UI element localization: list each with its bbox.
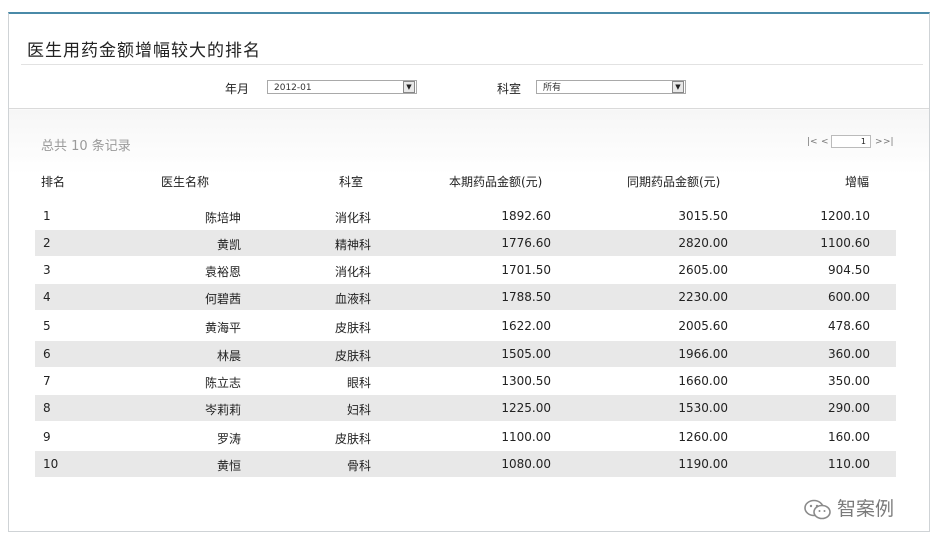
last-page-icon[interactable]: >| bbox=[883, 137, 894, 147]
cell-current: 1701.50 bbox=[501, 263, 551, 277]
cell-rank: 3 bbox=[43, 263, 51, 277]
cell-current: 1505.00 bbox=[501, 347, 551, 361]
record-count: 总共 10 条记录 bbox=[41, 139, 131, 154]
chevron-down-icon[interactable]: ▼ bbox=[403, 81, 415, 93]
cell-prior: 2605.00 bbox=[678, 263, 728, 277]
col-rank: 排名 bbox=[41, 175, 66, 189]
cell-current: 1225.00 bbox=[501, 401, 551, 415]
cell-doctor: 罗涛 bbox=[216, 432, 241, 446]
table-row[interactable]: 6 林晨 皮肤科 1505.00 1966.00 360.00 bbox=[35, 341, 896, 367]
month-label: 年月 bbox=[225, 82, 250, 96]
cell-growth: 904.50 bbox=[828, 263, 870, 277]
cell-rank: 2 bbox=[43, 236, 51, 250]
cell-growth: 160.00 bbox=[828, 430, 870, 444]
col-doctor: 医生名称 bbox=[161, 175, 210, 189]
table-row[interactable]: 5 黄海平 皮肤科 1622.00 2005.60 478.60 bbox=[35, 313, 896, 339]
col-growth: 增幅 bbox=[845, 175, 870, 189]
cell-current: 1776.60 bbox=[501, 236, 551, 250]
cell-prior: 1660.00 bbox=[678, 374, 728, 388]
table-row[interactable]: 4 何碧茜 血液科 1788.50 2230.00 600.00 bbox=[35, 284, 896, 310]
month-select-value: 2012-01 bbox=[274, 83, 312, 93]
col-dept: 科室 bbox=[339, 175, 364, 189]
page-title: 医生用药金额增幅较大的排名 bbox=[27, 41, 261, 61]
cell-growth: 478.60 bbox=[828, 319, 870, 333]
cell-rank: 7 bbox=[43, 374, 51, 388]
cell-rank: 8 bbox=[43, 401, 51, 415]
cell-prior: 2820.00 bbox=[678, 236, 728, 250]
cell-prior: 2230.00 bbox=[678, 290, 728, 304]
cell-prior: 3015.50 bbox=[678, 209, 728, 223]
dept-select[interactable]: 所有 ▼ bbox=[536, 80, 686, 94]
cell-dept: 妇科 bbox=[346, 403, 371, 417]
cell-doctor: 岑莉莉 bbox=[204, 403, 241, 417]
cell-current: 1892.60 bbox=[501, 209, 551, 223]
cell-growth: 350.00 bbox=[828, 374, 870, 388]
cell-current: 1622.00 bbox=[501, 319, 551, 333]
cell-growth: 1100.60 bbox=[820, 236, 870, 250]
col-current-amount: 本期药品金额(元) bbox=[449, 175, 543, 189]
table-row[interactable]: 10 黄恒 骨科 1080.00 1190.00 110.00 bbox=[35, 451, 896, 477]
cell-dept: 皮肤科 bbox=[334, 349, 371, 363]
report-panel: 医生用药金额增幅较大的排名 年月 2012-01 ▼ 科室 所有 ▼ 总共 10… bbox=[8, 12, 930, 532]
cell-growth: 1200.10 bbox=[820, 209, 870, 223]
table-row[interactable]: 9 罗涛 皮肤科 1100.00 1260.00 160.00 bbox=[35, 424, 896, 450]
cell-doctor: 黄恒 bbox=[216, 459, 241, 473]
cell-doctor: 袁裕恩 bbox=[204, 265, 241, 279]
filters-divider bbox=[9, 108, 929, 109]
cell-dept: 骨科 bbox=[346, 459, 371, 473]
cell-doctor: 陈立志 bbox=[204, 376, 241, 390]
dept-label: 科室 bbox=[497, 82, 522, 96]
cell-rank: 6 bbox=[43, 347, 51, 361]
table-row[interactable]: 3 袁裕恩 消化科 1701.50 2605.00 904.50 bbox=[35, 257, 896, 283]
cell-rank: 4 bbox=[43, 290, 51, 304]
month-select[interactable]: 2012-01 ▼ bbox=[267, 80, 417, 94]
cell-current: 1080.00 bbox=[501, 457, 551, 471]
col-prior-amount: 同期药品金额(元) bbox=[627, 175, 721, 189]
cell-prior: 2005.60 bbox=[678, 319, 728, 333]
cell-dept: 皮肤科 bbox=[334, 432, 371, 446]
cell-growth: 110.00 bbox=[828, 457, 870, 471]
cell-growth: 600.00 bbox=[828, 290, 870, 304]
cell-current: 1100.00 bbox=[501, 430, 551, 444]
cell-dept: 眼科 bbox=[346, 376, 371, 390]
cell-doctor: 黄凯 bbox=[216, 238, 241, 252]
cell-prior: 1260.00 bbox=[678, 430, 728, 444]
cell-doctor: 何碧茜 bbox=[204, 292, 241, 306]
cell-growth: 290.00 bbox=[828, 401, 870, 415]
cell-dept: 皮肤科 bbox=[334, 321, 371, 335]
cell-prior: 1966.00 bbox=[678, 347, 728, 361]
page-input[interactable]: 1 bbox=[831, 135, 871, 148]
chevron-down-icon[interactable]: ▼ bbox=[672, 81, 684, 93]
cell-dept: 精神科 bbox=[334, 238, 371, 252]
title-divider bbox=[21, 64, 923, 65]
first-page-icon[interactable]: |< bbox=[807, 137, 818, 147]
cell-dept: 消化科 bbox=[334, 265, 371, 279]
cell-doctor: 林晨 bbox=[216, 349, 241, 363]
cell-dept: 血液科 bbox=[334, 292, 371, 306]
cell-rank: 5 bbox=[43, 319, 51, 333]
cell-prior: 1530.00 bbox=[678, 401, 728, 415]
watermark-text: 智案例 bbox=[837, 498, 895, 520]
cell-doctor: 黄海平 bbox=[204, 321, 241, 335]
cell-rank: 9 bbox=[43, 430, 51, 444]
cell-rank: 10 bbox=[43, 457, 59, 471]
cell-prior: 1190.00 bbox=[678, 457, 728, 471]
cell-rank: 1 bbox=[43, 209, 51, 223]
cell-current: 1300.50 bbox=[501, 374, 551, 388]
table-row[interactable]: 2 黄凯 精神科 1776.60 2820.00 1100.60 bbox=[35, 230, 896, 256]
cell-doctor: 陈培坤 bbox=[204, 211, 241, 225]
table-row[interactable]: 8 岑莉莉 妇科 1225.00 1530.00 290.00 bbox=[35, 395, 896, 421]
chat-bubble-icon bbox=[804, 499, 831, 520]
cell-growth: 360.00 bbox=[828, 347, 870, 361]
cell-dept: 消化科 bbox=[334, 211, 371, 225]
table-row[interactable]: 7 陈立志 眼科 1300.50 1660.00 350.00 bbox=[35, 368, 896, 394]
cell-current: 1788.50 bbox=[501, 290, 551, 304]
table-row[interactable]: 1 陈培坤 消化科 1892.60 3015.50 1200.10 bbox=[35, 203, 896, 229]
prev-page-icon[interactable]: < bbox=[821, 137, 829, 147]
next-page-icon[interactable]: > bbox=[875, 137, 883, 147]
dept-select-value: 所有 bbox=[543, 83, 562, 93]
